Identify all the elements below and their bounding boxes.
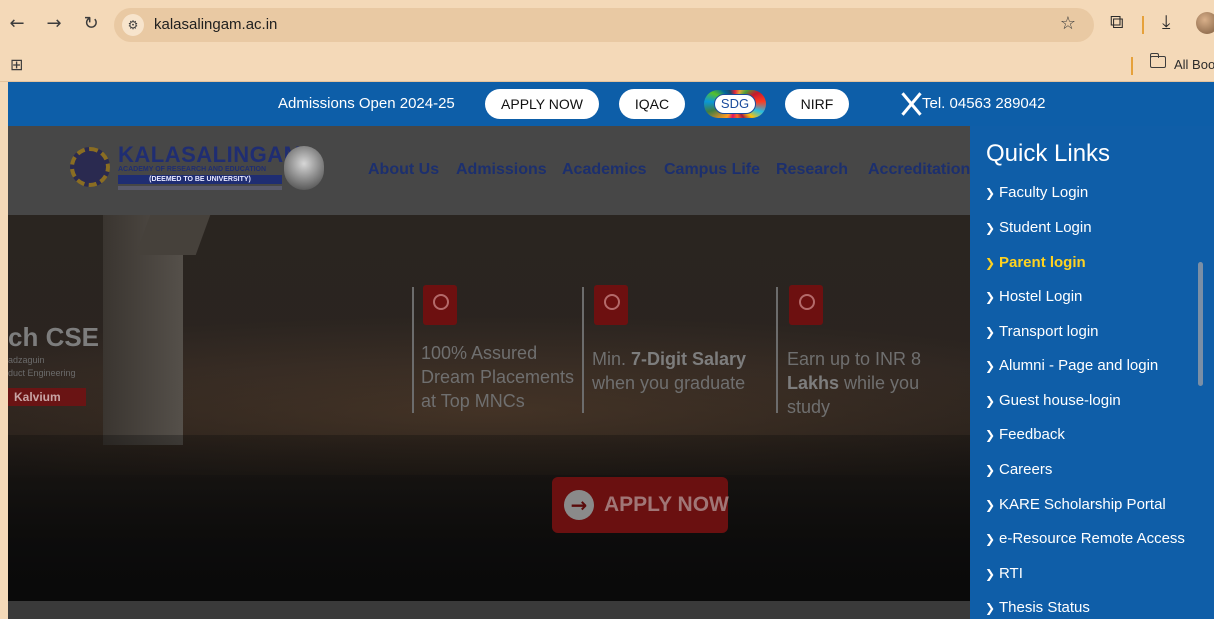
puzzle-icon[interactable]: ⧉ xyxy=(1110,11,1124,33)
chevron-right-icon: ❯ xyxy=(985,601,996,615)
sdg-label: SDG xyxy=(714,94,756,114)
logo-name: KALASALINGAM xyxy=(118,142,303,167)
telephone-text: Tel. 04563 289042 xyxy=(922,95,1046,112)
chevron-right-icon: ❯ xyxy=(985,359,996,373)
bookmarks-separator xyxy=(1131,57,1133,75)
logo-band: (DEEMED TO BE UNIVERSITY) xyxy=(118,175,282,184)
chevron-right-icon: ❯ xyxy=(985,256,996,270)
address-bar[interactable]: ⚙ kalasalingam.ac.in ☆ xyxy=(114,8,1094,42)
url-text[interactable]: kalasalingam.ac.in xyxy=(154,16,277,33)
sdg-button[interactable]: SDG xyxy=(704,90,766,118)
quick-link-scholarship-portal[interactable]: ❯ KARE Scholarship Portal xyxy=(985,496,1166,513)
apply-now-top-button[interactable]: APPLY NOW xyxy=(485,89,599,119)
feature-divider xyxy=(412,287,414,413)
logo-subtitle: ACADEMY OF RESEARCH AND EDUCATION xyxy=(118,166,267,173)
emblem-icon xyxy=(70,147,110,187)
site-info-icon[interactable]: ⚙ xyxy=(122,14,144,36)
quick-link-careers[interactable]: ❯ Careers xyxy=(985,461,1052,478)
forward-arrow-icon[interactable]: → xyxy=(43,13,65,35)
quick-link-student-login[interactable]: ❯ Student Login xyxy=(985,219,1092,236)
quick-link-feedback[interactable]: ❯ Feedback xyxy=(985,426,1065,443)
quick-link-parent-login[interactable]: ❯ Parent login xyxy=(985,254,1086,271)
nav-admissions[interactable]: Admissions xyxy=(456,161,547,179)
quick-link-e-resource[interactable]: ❯ e-Resource Remote Access xyxy=(985,530,1185,547)
announcement-bar: Admissions Open 2024-25 APPLY NOW IQAC S… xyxy=(8,82,1214,126)
graduation-cap-icon xyxy=(594,285,628,325)
university-logo[interactable]: KALASALINGAM ACADEMY OF RESEARCH AND EDU… xyxy=(70,140,326,198)
badge-icon xyxy=(423,285,457,325)
bookmarks-bar: ⊞ All Boo xyxy=(0,50,1214,82)
quick-link-hostel-login[interactable]: ❯ Hostel Login xyxy=(985,288,1082,305)
nav-research[interactable]: Research xyxy=(776,161,848,179)
profile-avatar[interactable] xyxy=(1196,12,1214,34)
feature-divider xyxy=(582,287,584,413)
close-x-icon[interactable] xyxy=(898,90,924,118)
chevron-right-icon: ❯ xyxy=(985,532,996,546)
hero-course-sub-2: duct Engineering xyxy=(8,368,76,378)
feature-earnings: Earn up to INR 8 Lakhs while you study xyxy=(787,349,922,417)
chevron-right-icon: ❯ xyxy=(985,498,996,512)
folder-icon xyxy=(1149,53,1166,68)
apps-grid-icon[interactable]: ⊞ xyxy=(10,55,23,74)
hero-number-graphic xyxy=(103,215,211,445)
browser-toolbar: ← → ↻ ⚙ kalasalingam.ac.in ☆ ⧉ ⤓ xyxy=(0,0,1214,50)
nav-academics[interactable]: Academics xyxy=(562,161,647,179)
page-viewport: Admissions Open 2024-25 APPLY NOW IQAC S… xyxy=(8,82,1214,619)
nav-campus-life[interactable]: Campus Life xyxy=(664,161,760,179)
chevron-right-icon: ❯ xyxy=(985,394,996,408)
founder-portrait xyxy=(284,146,324,190)
arrow-right-icon: → xyxy=(564,490,594,520)
chevron-right-icon: ❯ xyxy=(985,186,996,200)
back-arrow-icon[interactable]: ← xyxy=(6,13,28,35)
browser-window: ← → ↻ ⚙ kalasalingam.ac.in ☆ ⧉ ⤓ ⊞ All B… xyxy=(0,0,1214,619)
chevron-right-icon: ❯ xyxy=(985,463,996,477)
kalvium-logo: Kalvium xyxy=(8,388,86,406)
quick-link-faculty-login[interactable]: ❯ Faculty Login xyxy=(985,184,1088,201)
hero-apply-now-button[interactable]: → APPLY NOW xyxy=(552,477,729,533)
quick-links-title: Quick Links xyxy=(986,140,1111,167)
admissions-text: Admissions Open 2024-25 xyxy=(278,95,455,112)
chevron-right-icon: ❯ xyxy=(985,290,996,304)
all-bookmarks-button[interactable]: All Boo xyxy=(1174,57,1214,72)
earnings-icon xyxy=(789,285,823,325)
download-icon[interactable]: ⤓ xyxy=(1162,11,1170,33)
reload-icon[interactable]: ↻ xyxy=(80,13,102,35)
feature-divider xyxy=(776,287,778,413)
logo-tagline xyxy=(118,186,282,190)
quick-link-alumni[interactable]: ❯ Alumni - Page and login xyxy=(985,357,1158,374)
iqac-button[interactable]: IQAC xyxy=(619,89,685,119)
star-icon[interactable]: ☆ xyxy=(1060,13,1076,34)
hero-course-sub-1: adzaguin xyxy=(8,355,45,365)
hero-course-title: ch CSE xyxy=(8,322,100,352)
chevron-right-icon: ❯ xyxy=(985,428,996,442)
quick-links-panel: Quick Links ❯ Faculty Login ❯ Student Logi… xyxy=(970,126,1214,619)
feature-placements: 100% Assured Dream Placements at Top MNC… xyxy=(421,343,575,411)
feature-salary: Min. 7-Digit Salary when you graduate xyxy=(592,349,747,393)
nav-accreditation[interactable]: Accreditation xyxy=(868,161,970,179)
page-scrollbar[interactable] xyxy=(1198,262,1203,386)
chevron-right-icon: ❯ xyxy=(985,221,996,235)
chevron-right-icon: ❯ xyxy=(985,325,996,339)
quick-link-rti[interactable]: ❯ RTI xyxy=(985,565,1023,582)
nirf-button[interactable]: NIRF xyxy=(785,89,849,119)
quick-link-transport-login[interactable]: ❯ Transport login xyxy=(985,323,1099,340)
toolbar-separator xyxy=(1142,16,1144,34)
quick-link-guest-house[interactable]: ❯ Guest house-login xyxy=(985,392,1121,409)
nav-about-us[interactable]: About Us xyxy=(368,161,439,179)
quick-link-thesis-status[interactable]: ❯ Thesis Status xyxy=(985,599,1090,616)
chevron-right-icon: ❯ xyxy=(985,567,996,581)
